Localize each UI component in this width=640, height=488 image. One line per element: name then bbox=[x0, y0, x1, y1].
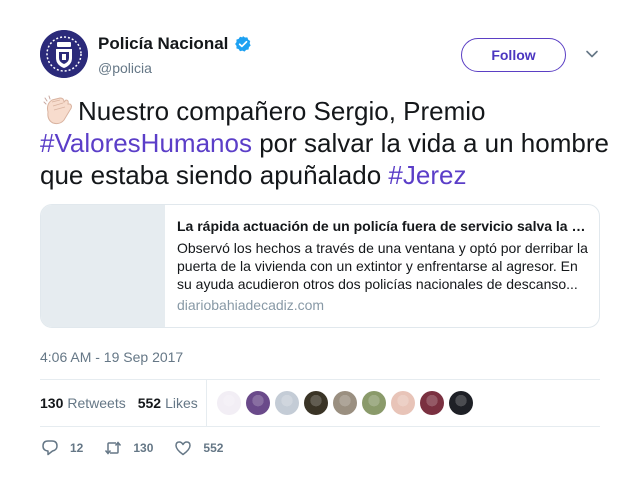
likes-label[interactable]: Likes bbox=[165, 395, 198, 411]
name-row: Policía Nacional bbox=[98, 34, 252, 54]
card-title: La rápida actuación de un policía fuera … bbox=[177, 218, 586, 234]
retweet-button[interactable]: 130 bbox=[103, 438, 153, 458]
tweet-text: Nuestro compañero Sergio, Premio #Valore… bbox=[40, 94, 610, 191]
liker-avatar[interactable] bbox=[246, 391, 270, 415]
liker-avatar[interactable] bbox=[391, 391, 415, 415]
likes-count[interactable]: 552 bbox=[138, 395, 161, 411]
tweet-text-part1: Nuestro compañero Sergio, Premio bbox=[78, 96, 486, 126]
liker-avatar[interactable] bbox=[304, 391, 328, 415]
card-thumbnail bbox=[41, 205, 165, 327]
reply-button[interactable]: 12 bbox=[40, 438, 83, 458]
stats-separator bbox=[206, 380, 207, 426]
liker-avatar[interactable] bbox=[333, 391, 357, 415]
liker-avatars bbox=[217, 391, 478, 415]
liker-avatar[interactable] bbox=[449, 391, 473, 415]
reply-count: 12 bbox=[70, 441, 84, 455]
retweets-label[interactable]: Retweets bbox=[67, 395, 125, 411]
hashtag-link-jerez[interactable]: #Jerez bbox=[388, 160, 466, 190]
card-description: Observó los hechos a través de una venta… bbox=[177, 240, 588, 292]
link-card[interactable]: La rápida actuación de un policía fuera … bbox=[40, 204, 600, 328]
display-name[interactable]: Policía Nacional bbox=[98, 34, 228, 54]
retweets-count[interactable]: 130 bbox=[40, 395, 63, 411]
liker-avatar[interactable] bbox=[275, 391, 299, 415]
like-button[interactable]: 552 bbox=[173, 438, 223, 458]
liker-avatar[interactable] bbox=[217, 391, 241, 415]
like-count: 552 bbox=[203, 441, 224, 455]
card-body: La rápida actuación de un policía fuera … bbox=[177, 217, 589, 313]
retweet-icon bbox=[105, 441, 122, 455]
police-badge-icon bbox=[40, 30, 88, 78]
tweet-header: Policía Nacional @policia Follow bbox=[40, 30, 600, 80]
tweet-timestamp[interactable]: 4:06 AM - 19 Sep 2017 bbox=[40, 349, 183, 365]
card-domain: diariobahiadecadiz.com bbox=[177, 297, 325, 313]
tweet-actions: 12 130 552 bbox=[40, 438, 243, 458]
divider bbox=[40, 379, 600, 380]
heart-icon bbox=[175, 441, 192, 456]
clapping-hands-icon bbox=[43, 95, 72, 125]
chevron-down-icon[interactable] bbox=[585, 47, 599, 61]
retweet-count: 130 bbox=[133, 441, 154, 455]
user-handle[interactable]: @policia bbox=[98, 60, 152, 76]
verified-badge-icon bbox=[235, 36, 252, 52]
follow-button[interactable]: Follow bbox=[461, 38, 566, 72]
tweet-stats: 130 Retweets 552 Likes bbox=[40, 386, 210, 420]
liker-avatar[interactable] bbox=[420, 391, 444, 415]
hashtag-link-valoreshumanos[interactable]: #ValoresHumanos bbox=[40, 128, 252, 158]
liker-avatar[interactable] bbox=[362, 391, 386, 415]
avatar[interactable] bbox=[40, 30, 88, 78]
reply-icon bbox=[42, 440, 58, 456]
divider bbox=[40, 426, 600, 427]
